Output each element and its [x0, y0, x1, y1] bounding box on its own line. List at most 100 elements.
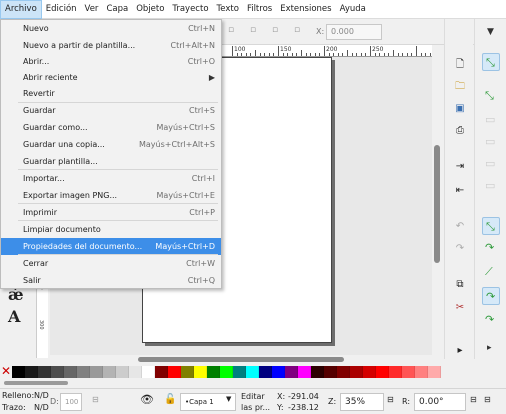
- undo-icon[interactable]: ↶: [454, 221, 466, 233]
- color-swatch[interactable]: [51, 366, 64, 378]
- rotation-input[interactable]: 0.00°: [414, 393, 466, 411]
- snap-edge-button[interactable]: ▭: [482, 111, 500, 129]
- menu-ver[interactable]: Ver: [81, 0, 103, 19]
- color-swatch[interactable]: [155, 366, 168, 378]
- color-swatch[interactable]: [389, 366, 402, 378]
- export-icon[interactable]: ⇤: [454, 185, 466, 197]
- color-swatch[interactable]: [38, 366, 51, 378]
- color-swatch[interactable]: [363, 366, 376, 378]
- menu-item-nuevo-plantilla[interactable]: Nuevo a partir de plantilla... Ctrl+Alt+N: [1, 37, 221, 54]
- menu-filtros[interactable]: Filtros: [243, 0, 276, 19]
- color-swatch[interactable]: [233, 366, 246, 378]
- zoom-stepper[interactable]: ⊟: [387, 395, 394, 404]
- snap-cusp-toggle[interactable]: ↷: [482, 287, 500, 305]
- menu-item-limpiar[interactable]: Limpiar documento: [1, 221, 221, 238]
- color-swatch[interactable]: [194, 366, 207, 378]
- chevron-down-icon[interactable]: ▼: [487, 27, 494, 37]
- horizontal-scrollbar[interactable]: [50, 355, 432, 365]
- snap-smooth-button[interactable]: ↷: [482, 311, 500, 329]
- snap-intersection-button[interactable]: ⟋: [482, 263, 500, 281]
- snap-corner-button[interactable]: ▭: [482, 133, 500, 151]
- menu-item-abrir-reciente[interactable]: Abrir reciente ▶: [1, 69, 221, 86]
- color-swatch[interactable]: [129, 366, 142, 378]
- opacity-input[interactable]: 100: [60, 393, 82, 411]
- menu-item-nuevo[interactable]: Nuevo Ctrl+N: [1, 20, 221, 37]
- color-swatch[interactable]: [77, 366, 90, 378]
- duplicate-icon[interactable]: ⧉: [454, 279, 466, 291]
- stroke-value[interactable]: N/D: [34, 403, 49, 412]
- snap-bbox-button[interactable]: ⤡: [482, 87, 500, 105]
- color-swatch[interactable]: [116, 366, 129, 378]
- menu-archivo[interactable]: Archivo: [0, 0, 42, 19]
- horizontal-scroll-thumb[interactable]: [138, 357, 344, 362]
- menu-item-abrir[interactable]: Abrir... Ctrl+O: [1, 53, 221, 70]
- snap-nodes-toggle[interactable]: ⤡: [482, 217, 500, 235]
- color-swatch[interactable]: [220, 366, 233, 378]
- menu-item-propiedades[interactable]: Propiedades del documento... Mayús+Ctrl+D: [1, 238, 221, 255]
- color-swatch[interactable]: [298, 366, 311, 378]
- menu-trayecto[interactable]: Trayecto: [168, 0, 212, 19]
- color-swatch[interactable]: [272, 366, 285, 378]
- snap-center-button[interactable]: ▭: [482, 177, 500, 195]
- menu-item-guardar[interactable]: Guardar Ctrl+S: [1, 102, 221, 119]
- rotation-stepper[interactable]: ⊟: [484, 395, 491, 404]
- eye-icon[interactable]: 👁: [140, 393, 154, 406]
- menu-ayuda[interactable]: Ayuda: [336, 0, 370, 19]
- color-swatch[interactable]: [90, 366, 103, 378]
- vertical-scroll-thumb[interactable]: [434, 145, 440, 263]
- palette-scroll-thumb[interactable]: [4, 381, 68, 385]
- toolbar-icon[interactable]: ▫: [250, 25, 256, 35]
- color-swatch[interactable]: [324, 366, 337, 378]
- menu-item-guardar-como[interactable]: Guardar como... Mayús+Ctrl+S: [1, 119, 221, 136]
- color-swatch[interactable]: [402, 366, 415, 378]
- import-icon[interactable]: ⇥: [454, 161, 466, 173]
- color-swatch[interactable]: [311, 366, 324, 378]
- color-swatch[interactable]: [207, 366, 220, 378]
- menu-item-imprimir[interactable]: Imprimir Ctrl+P: [1, 204, 221, 221]
- color-swatch[interactable]: [181, 366, 194, 378]
- menu-item-cerrar[interactable]: Cerrar Ctrl+W: [1, 255, 221, 272]
- snap-toggle[interactable]: ⤡: [482, 53, 500, 71]
- menu-item-importar[interactable]: Importar... Ctrl+I: [1, 170, 221, 187]
- print-icon[interactable]: ⎙: [454, 125, 466, 137]
- x-input[interactable]: 0.000: [326, 24, 382, 40]
- menu-item-guardar-copia[interactable]: Guardar una copia... Mayús+Ctrl+Alt+S: [1, 136, 221, 153]
- vertical-scrollbar[interactable]: [432, 45, 442, 355]
- color-swatch[interactable]: [12, 366, 25, 378]
- lock-icon[interactable]: 🔓: [164, 394, 176, 405]
- color-swatch[interactable]: [376, 366, 389, 378]
- more-icon[interactable]: ▸: [454, 345, 466, 357]
- fill-value[interactable]: N/D: [34, 391, 49, 400]
- color-swatch[interactable]: [337, 366, 350, 378]
- menu-texto[interactable]: Texto: [213, 0, 243, 19]
- color-swatch[interactable]: [246, 366, 259, 378]
- menu-objeto[interactable]: Objeto: [132, 0, 168, 19]
- color-swatch[interactable]: [142, 366, 155, 378]
- no-paint-swatch[interactable]: ✕: [0, 365, 12, 378]
- more-icon[interactable]: ▸: [487, 343, 492, 353]
- menu-edicion[interactable]: Edición: [42, 0, 81, 19]
- menu-extensiones[interactable]: Extensiones: [276, 0, 335, 19]
- snap-path-button[interactable]: ↷: [482, 239, 500, 257]
- color-swatch[interactable]: [168, 366, 181, 378]
- color-swatch[interactable]: [285, 366, 298, 378]
- opacity-stepper[interactable]: ⊟: [92, 395, 99, 404]
- color-swatch[interactable]: [428, 366, 441, 378]
- menu-item-salir[interactable]: Salir Ctrl+Q: [1, 272, 221, 289]
- rotation-stepper[interactable]: ⊟: [470, 395, 477, 404]
- new-document-icon[interactable]: 🗋: [454, 59, 466, 71]
- color-swatch[interactable]: [259, 366, 272, 378]
- menu-item-exportar-png[interactable]: Exportar imagen PNG... Mayús+Ctrl+E: [1, 187, 221, 204]
- palette-scrollbar[interactable]: [0, 379, 506, 387]
- color-swatch[interactable]: [415, 366, 428, 378]
- color-swatch[interactable]: [64, 366, 77, 378]
- menu-item-guardar-plantilla[interactable]: Guardar plantilla...: [1, 153, 221, 170]
- toolbar-icon[interactable]: ▫: [272, 25, 278, 35]
- redo-icon[interactable]: ↷: [454, 243, 466, 255]
- text-tool-icon[interactable]: A: [8, 307, 20, 326]
- color-swatch[interactable]: [25, 366, 38, 378]
- toolbar-icon[interactable]: ▫: [294, 25, 300, 35]
- zoom-input[interactable]: 35%: [340, 393, 384, 411]
- open-folder-icon[interactable]: 🗀: [454, 81, 466, 93]
- menu-item-revertir[interactable]: Revertir: [1, 85, 221, 102]
